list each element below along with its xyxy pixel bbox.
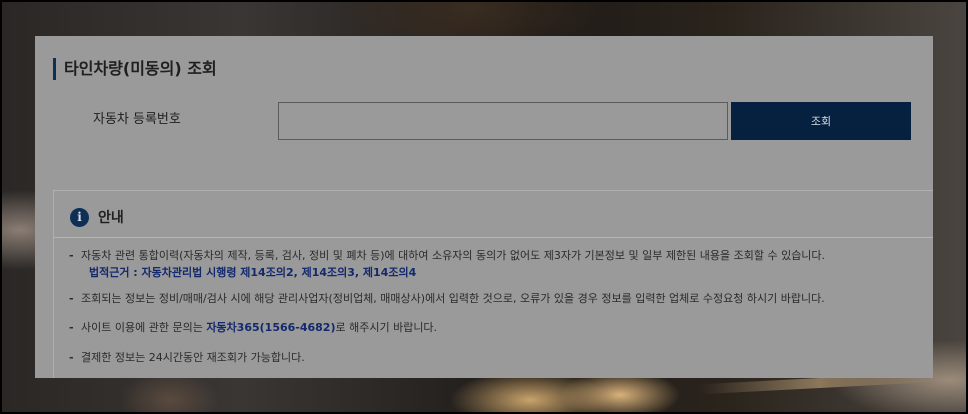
plate-number-label: 자동차 등록번호 (93, 112, 181, 127)
notice-item-text: 조회되는 정보는 정비/매매/검사 시에 해당 관리사업자(정비업체, 매매상사… (81, 292, 825, 305)
notice-item-text: 자동차 관련 통합이력(자동차의 제작, 등록, 검사, 정비 및 폐차 등)에… (81, 249, 826, 262)
dash-bullet-icon: - (69, 249, 74, 262)
dash-bullet-icon: - (69, 321, 74, 334)
search-button[interactable]: 조회 (731, 102, 911, 140)
lookup-panel: 타인차량(미동의) 조회 자동차 등록번호 조회 i 안내 - 자동차 관련 통합… (35, 36, 933, 378)
page-title: 타인차량(미동의) 조회 (53, 58, 217, 80)
info-icon: i (70, 207, 89, 227)
notice-item: - 자동차 관련 통합이력(자동차의 제작, 등록, 검사, 정비 및 폐차 등)… (69, 247, 825, 264)
notice-box: i 안내 - 자동차 관련 통합이력(자동차의 제작, 등록, 검사, 정비 및 … (53, 190, 933, 378)
notice-item: - 결제한 정보는 24시간동안 재조회가 가능합니다. (69, 349, 305, 366)
notice-item: - 사이트 이용에 관한 문의는 자동차365(1566-4682)로 해주시기 … (69, 319, 437, 336)
notice-title: 안내 (98, 210, 124, 226)
notice-divider (54, 237, 933, 238)
notice-item-text: 로 해주시기 바랍니다. (335, 321, 438, 334)
notice-item-text: 사이트 이용에 관한 문의는 (81, 321, 207, 334)
notice-item-text: 결제한 정보는 24시간동안 재조회가 가능합니다. (81, 351, 305, 364)
notice-header: i 안내 (70, 207, 124, 227)
plate-number-input[interactable] (278, 102, 728, 140)
dash-bullet-icon: - (69, 292, 74, 305)
contact-link[interactable]: 자동차365(1566-4682) (206, 321, 335, 334)
notice-item: - 조회되는 정보는 정비/매매/검사 시에 해당 관리사업자(정비업체, 매매상… (69, 290, 825, 307)
legal-basis: 법적근거 : 자동차관리법 시행령 제14조의2, 제14조의3, 제14조의4 (89, 266, 417, 279)
dash-bullet-icon: - (69, 351, 74, 364)
